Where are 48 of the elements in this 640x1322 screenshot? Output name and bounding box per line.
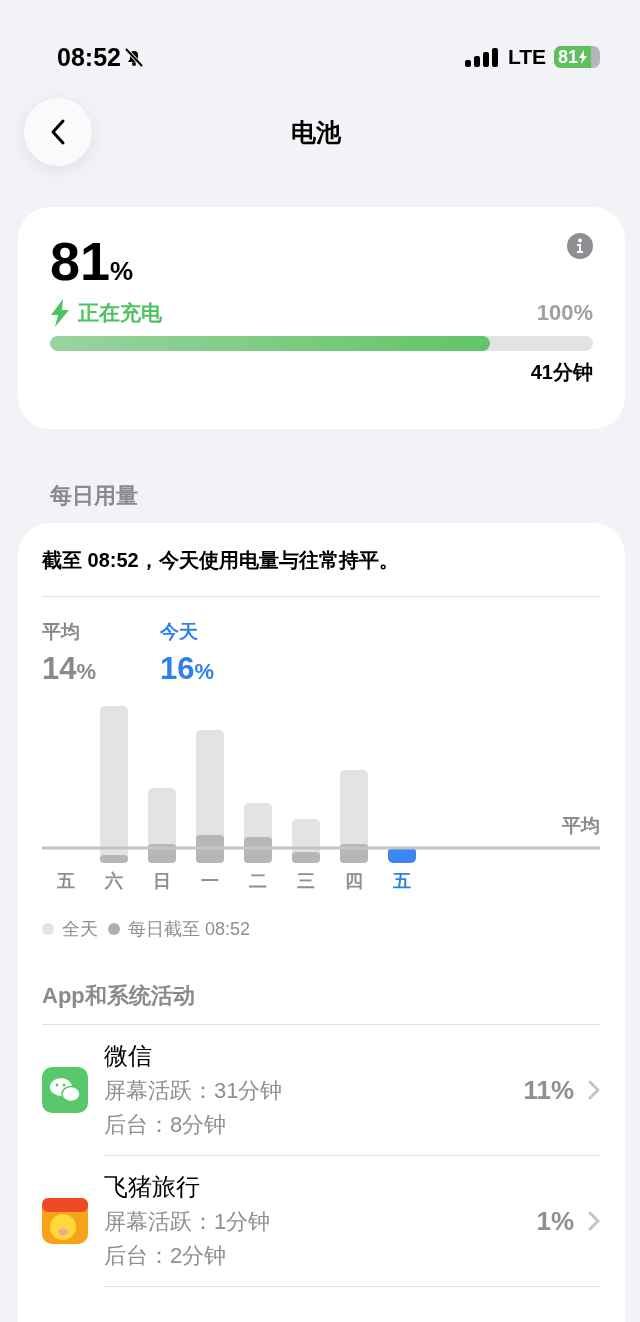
pig-app-icon — [42, 1198, 88, 1244]
usage-bar — [244, 803, 272, 863]
percent-sign: % — [76, 659, 97, 684]
app-percent: 1% — [536, 1205, 574, 1237]
day-label: 二 — [248, 870, 268, 893]
section-header: 每日用量 — [49, 482, 139, 510]
back-icon — [50, 118, 66, 146]
stat-label: 平均 — [42, 620, 81, 644]
usage-summary: 截至 08:52，今天使用电量与往常持平。 — [42, 548, 400, 573]
app-name: 微信 — [104, 1041, 153, 1071]
background-time: 后台：8分钟 — [104, 1111, 228, 1139]
app-row[interactable]: 微信 屏幕活跃：31分钟 后台：8分钟 11% — [42, 1025, 600, 1155]
charging-status: 正在充电 — [78, 300, 162, 326]
target-level: 100% — [536, 300, 593, 326]
app-percent: 11% — [523, 1074, 574, 1106]
chevron-icon — [588, 1080, 600, 1100]
background-time: 后台：2分钟 — [104, 1242, 228, 1270]
usage-bar — [292, 819, 320, 863]
page-title: 电池 — [291, 116, 341, 148]
day-label: 一 — [200, 870, 220, 893]
screen-time: 屏幕活跃：31分钟 — [104, 1077, 284, 1105]
legend-label: 每日截至 08:52 — [128, 918, 251, 941]
average-label: 平均 — [562, 814, 600, 838]
stat-value: 14 — [42, 651, 77, 686]
app-name: 飞猪旅行 — [104, 1172, 201, 1202]
day-label: 三 — [296, 870, 316, 893]
stat-value: 16 — [160, 651, 195, 686]
day-label: 五 — [392, 870, 412, 893]
legend-label: 全天 — [62, 918, 98, 941]
stat-label: 今天 — [160, 620, 200, 644]
battery-percent: 81 — [557, 46, 579, 68]
app-row[interactable]: 飞猪旅行 屏幕活跃：1分钟 后台：2分钟 1% — [42, 1156, 600, 1286]
percent-sign: % — [110, 256, 134, 286]
network-label: LTE — [507, 45, 546, 69]
chevron-icon — [588, 1211, 600, 1231]
chat-app-icon — [42, 1067, 88, 1113]
signal-icon — [463, 47, 500, 67]
section-header: App和系统活动 — [42, 982, 196, 1010]
info-icon — [567, 233, 593, 259]
time-to-full: 41分钟 — [530, 360, 593, 385]
day-label: 六 — [103, 870, 124, 893]
day-label: 日 — [152, 870, 172, 893]
day-label: 五 — [56, 870, 76, 893]
battery-level: 81 — [50, 231, 111, 291]
status-time: 08:52 — [57, 42, 121, 72]
day-label: 四 — [344, 870, 364, 893]
screen-time: 屏幕活跃：1分钟 — [104, 1208, 272, 1236]
percent-sign: % — [194, 659, 215, 684]
